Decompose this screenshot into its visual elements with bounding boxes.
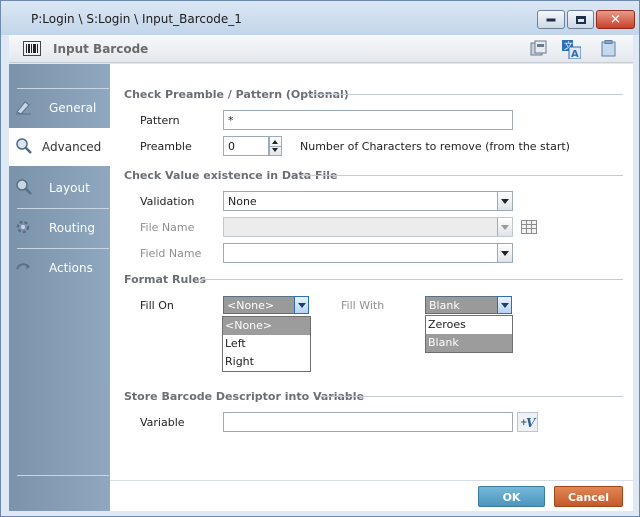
window-title: P:Login \ S:Login \ Input_Barcode_1	[31, 12, 242, 26]
pattern-label: Pattern	[140, 114, 180, 127]
sidebar-item-label: Actions	[49, 261, 93, 275]
section-divider	[300, 175, 623, 176]
section-divider	[198, 279, 623, 280]
svg-text:V: V	[526, 416, 537, 430]
fill-on-select[interactable]: <None>	[223, 296, 309, 314]
minimize-button[interactable]	[537, 10, 565, 29]
close-icon: ✕	[610, 12, 621, 27]
validation-value: None	[228, 195, 257, 208]
sidebar-item-advanced[interactable]: Advanced	[9, 128, 110, 166]
cancel-button[interactable]: Cancel	[554, 486, 623, 507]
dropdown-option[interactable]: Right	[223, 353, 310, 371]
sidebar-item-general[interactable]: General	[9, 89, 110, 127]
title-bar[interactable]: P:Login \ S:Login \ Input_Barcode_1 ✕	[1, 1, 639, 35]
variable-input[interactable]	[223, 412, 513, 432]
svg-text:A: A	[571, 49, 579, 59]
sidebar-item-layout[interactable]: Layout	[9, 169, 110, 207]
fill-on-label: Fill On	[140, 299, 174, 312]
translate-icon[interactable]: 文 A	[562, 40, 582, 60]
layout-icon	[15, 179, 33, 195]
field-name-select[interactable]	[223, 243, 513, 263]
sidebar-item-label: General	[49, 101, 97, 115]
close-button[interactable]: ✕	[596, 10, 635, 29]
barcode-icon	[23, 41, 41, 56]
fill-with-value: Blank	[429, 299, 460, 312]
sidebar-item-actions[interactable]: Actions	[9, 249, 110, 287]
fill-with-label: Fill With	[341, 299, 385, 312]
save-copy-icon[interactable]	[530, 40, 547, 57]
dropdown-option[interactable]: Zeroes	[426, 316, 512, 334]
advanced-icon	[15, 138, 33, 154]
minimize-icon	[546, 18, 556, 21]
actions-icon	[15, 259, 33, 275]
validation-select[interactable]: None	[223, 191, 513, 211]
maximize-icon	[575, 15, 586, 24]
stepper-up-icon[interactable]	[272, 140, 278, 144]
maximize-button[interactable]	[567, 10, 594, 29]
chevron-down-icon[interactable]	[497, 192, 512, 210]
fill-on-dropdown: <None> Left Right	[222, 316, 311, 372]
field-name-label: Field Name	[140, 247, 202, 260]
add-variable-icon[interactable]: + V	[517, 412, 538, 432]
preamble-input[interactable]: 0	[223, 136, 269, 156]
ok-button[interactable]: OK	[478, 486, 545, 507]
preamble-hint: Number of Characters to remove (from the…	[300, 140, 570, 153]
clipboard-icon[interactable]	[601, 40, 618, 57]
sidebar-item-routing[interactable]: Routing	[9, 209, 110, 247]
general-icon	[15, 99, 33, 115]
variable-label: Variable	[140, 416, 185, 429]
fill-with-dropdown: Zeroes Blank	[425, 315, 513, 353]
fill-with-select[interactable]: Blank	[425, 296, 512, 314]
dialog-header: Input Barcode 文 A	[9, 35, 633, 63]
dropdown-option[interactable]: Left	[223, 335, 310, 353]
fill-on-value: <None>	[227, 299, 275, 312]
validation-label: Validation	[140, 195, 195, 208]
preamble-label: Preamble	[140, 140, 192, 153]
chevron-down-icon[interactable]	[497, 218, 512, 236]
sidebar: General Advanced Layout Routing Actions	[9, 64, 110, 511]
table-icon[interactable]	[521, 220, 537, 234]
dialog-window: P:Login \ S:Login \ Input_Barcode_1 ✕ In…	[0, 0, 640, 517]
section-divider	[320, 396, 623, 397]
file-name-select[interactable]	[223, 217, 513, 237]
chevron-down-icon[interactable]	[497, 244, 512, 262]
dropdown-option[interactable]: Blank	[426, 334, 512, 352]
sidebar-item-label: Routing	[49, 221, 96, 235]
preamble-stepper[interactable]	[269, 136, 282, 156]
stepper-down-icon[interactable]	[272, 148, 278, 152]
sidebar-divider	[17, 475, 109, 476]
dialog-footer: OK Cancel	[110, 480, 633, 511]
section-title-format: Format Rules	[124, 273, 207, 286]
chevron-down-icon[interactable]	[497, 296, 512, 314]
routing-icon	[15, 219, 33, 235]
pattern-input[interactable]: *	[223, 110, 513, 130]
main-panel: Check Preamble / Pattern (Optional) Patt…	[110, 64, 633, 480]
sidebar-item-label: Layout	[49, 181, 90, 195]
chevron-down-icon[interactable]	[294, 296, 309, 314]
dialog-title: Input Barcode	[53, 42, 149, 56]
section-divider	[310, 94, 623, 95]
dropdown-option[interactable]: <None>	[223, 317, 310, 335]
sidebar-item-label: Advanced	[42, 140, 102, 154]
file-name-label: File Name	[140, 221, 195, 234]
